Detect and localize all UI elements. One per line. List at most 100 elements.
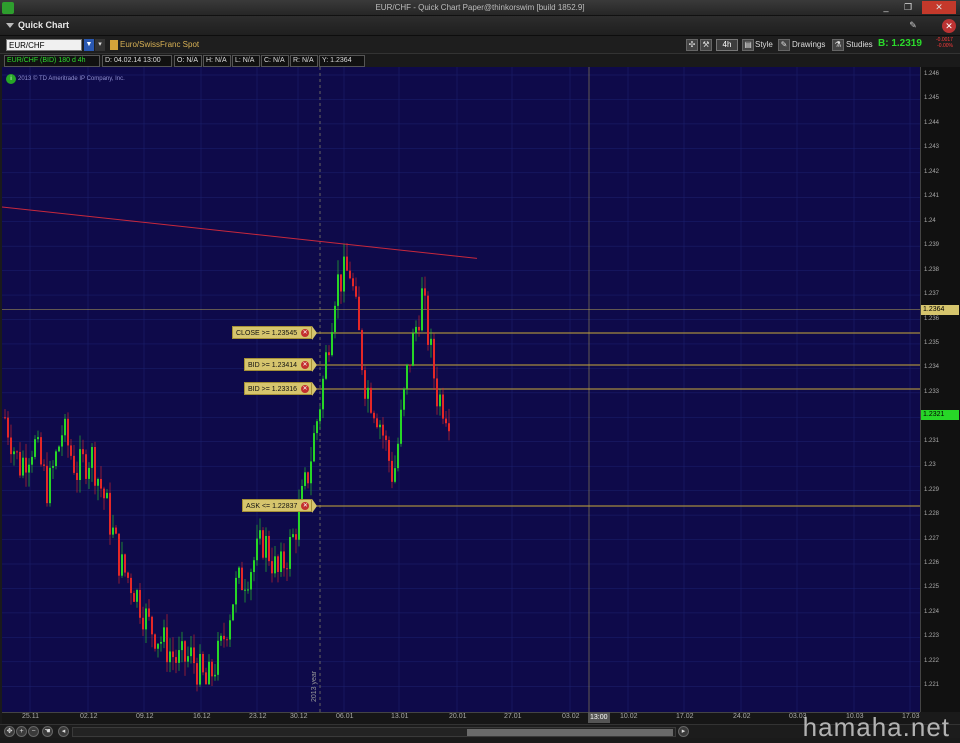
x-tick-label: 09.12 xyxy=(136,713,154,720)
time-scroller[interactable] xyxy=(72,727,676,737)
candle-body xyxy=(181,641,183,651)
zoom-out-icon[interactable]: − xyxy=(28,726,39,737)
candle-body xyxy=(322,378,324,410)
info-range: R: N/A xyxy=(290,55,318,67)
candle-body xyxy=(172,651,174,658)
drawings-icon[interactable]: ✎ xyxy=(778,39,790,51)
studies-icon[interactable]: ⚗ xyxy=(832,39,844,51)
chart-plot-area[interactable]: 2013 year xyxy=(2,67,920,712)
maximize-button[interactable]: ❐ xyxy=(898,1,918,14)
candle-body xyxy=(112,527,114,535)
candle-body xyxy=(355,286,357,297)
candle-body xyxy=(268,535,270,562)
candle-body xyxy=(115,527,117,534)
candle-body xyxy=(304,472,306,486)
candle-body xyxy=(421,288,423,331)
remove-alert-icon[interactable]: ✕ xyxy=(301,384,310,393)
panel-close-icon[interactable]: ✕ xyxy=(942,19,956,33)
style-icon[interactable]: ▤ xyxy=(742,39,754,51)
alert-pointer xyxy=(312,357,317,372)
candle-body xyxy=(49,467,51,504)
bid-change-percent: -0.00% xyxy=(937,43,953,49)
crosshair-icon[interactable]: ✣ xyxy=(686,39,698,51)
alert-text: BID >= 1.23316 xyxy=(248,385,298,393)
candle-body xyxy=(448,423,450,432)
x-tick-label: 13.01 xyxy=(391,713,409,720)
y-tick-label: 1.235 xyxy=(924,339,940,346)
x-tick-label: 30.12 xyxy=(290,713,308,720)
hand-icon[interactable]: ☚ xyxy=(42,726,53,737)
candle-body xyxy=(163,627,165,642)
candle-body xyxy=(328,352,330,356)
drawings-button[interactable]: Drawings xyxy=(792,40,825,49)
candle-body xyxy=(52,466,54,468)
candle-body xyxy=(226,639,228,641)
candle-body xyxy=(91,446,93,468)
minimize-button[interactable]: _ xyxy=(876,1,896,14)
symbol-dropdown-icon[interactable]: ▼ xyxy=(84,39,94,51)
price-chart[interactable]: 2013 year xyxy=(2,67,920,712)
studies-button[interactable]: Studies xyxy=(846,40,873,49)
candle-body xyxy=(4,417,6,419)
candle-body xyxy=(385,435,387,441)
candle-body xyxy=(100,478,102,489)
candle-body xyxy=(229,620,231,640)
alert-label[interactable]: CLOSE >= 1.23545 ✕ xyxy=(232,325,313,339)
candle-body xyxy=(325,352,327,379)
info-icon[interactable]: i xyxy=(6,74,16,84)
candle-body xyxy=(133,593,135,602)
candle-body xyxy=(331,332,333,356)
remove-alert-icon[interactable]: ✕ xyxy=(301,328,310,337)
candle-body xyxy=(142,617,144,630)
candle-body xyxy=(352,278,354,287)
candle-body xyxy=(151,616,153,635)
cursor-time-tag: 13:00 xyxy=(588,712,610,723)
scroll-right-icon[interactable]: ▸ xyxy=(678,726,689,737)
candle-body xyxy=(238,567,240,578)
wrench-icon[interactable]: ⚒ xyxy=(700,39,712,51)
move-icon[interactable]: ✥ xyxy=(4,726,15,737)
candle-body xyxy=(61,435,63,447)
candle-body xyxy=(145,608,147,630)
candle-body xyxy=(445,418,447,424)
candle-body xyxy=(418,326,420,331)
pin-icon[interactable]: ✎ xyxy=(906,20,920,32)
copyright-text: 2013 © TD Ameritrade IP Company, Inc. xyxy=(18,76,125,82)
remove-alert-icon[interactable]: ✕ xyxy=(301,502,310,511)
candle-body xyxy=(67,418,69,446)
collapse-triangle-icon[interactable] xyxy=(6,23,14,28)
scroll-left-icon[interactable]: ◂ xyxy=(58,726,69,737)
candle-body xyxy=(169,651,171,663)
candle-body xyxy=(166,627,168,663)
remove-alert-icon[interactable]: ✕ xyxy=(301,360,310,369)
aggregation-selector[interactable]: 4h xyxy=(716,39,738,51)
y-tick-label: 1.238 xyxy=(924,266,940,273)
candle-body xyxy=(124,554,126,573)
alert-label[interactable]: BID >= 1.23316 ✕ xyxy=(244,381,313,395)
alert-label[interactable]: BID >= 1.23414 ✕ xyxy=(244,357,313,371)
x-tick-label: 02.12 xyxy=(80,713,98,720)
candle-body xyxy=(28,464,30,473)
candle-body xyxy=(157,643,159,649)
candle-body xyxy=(34,439,36,457)
close-button[interactable]: ✕ xyxy=(922,1,956,14)
symbol-input[interactable]: EUR/CHF xyxy=(6,39,82,51)
candle-body xyxy=(64,418,66,436)
y-tick-label: 1.228 xyxy=(924,511,940,518)
alert-label[interactable]: ASK <= 1.22837 ✕ xyxy=(242,499,313,513)
candle-body xyxy=(250,572,252,590)
bid-change: -0.0017 -0.00% xyxy=(936,37,953,49)
symbol-clear-icon[interactable]: ▾ xyxy=(95,39,105,51)
candle-body xyxy=(10,437,12,455)
candle-body xyxy=(118,533,120,576)
scroll-thumb[interactable] xyxy=(467,729,673,736)
zoom-in-icon[interactable]: + xyxy=(16,726,27,737)
candle-body xyxy=(409,364,411,366)
info-y: Y: 1.2364 xyxy=(319,55,365,67)
candle-body xyxy=(436,378,438,407)
candle-body xyxy=(127,572,129,578)
style-button[interactable]: Style xyxy=(755,40,773,49)
symbol-description: Euro/SwissFranc Spot xyxy=(120,40,200,49)
candle-body xyxy=(295,534,297,540)
candle-body xyxy=(253,560,255,573)
